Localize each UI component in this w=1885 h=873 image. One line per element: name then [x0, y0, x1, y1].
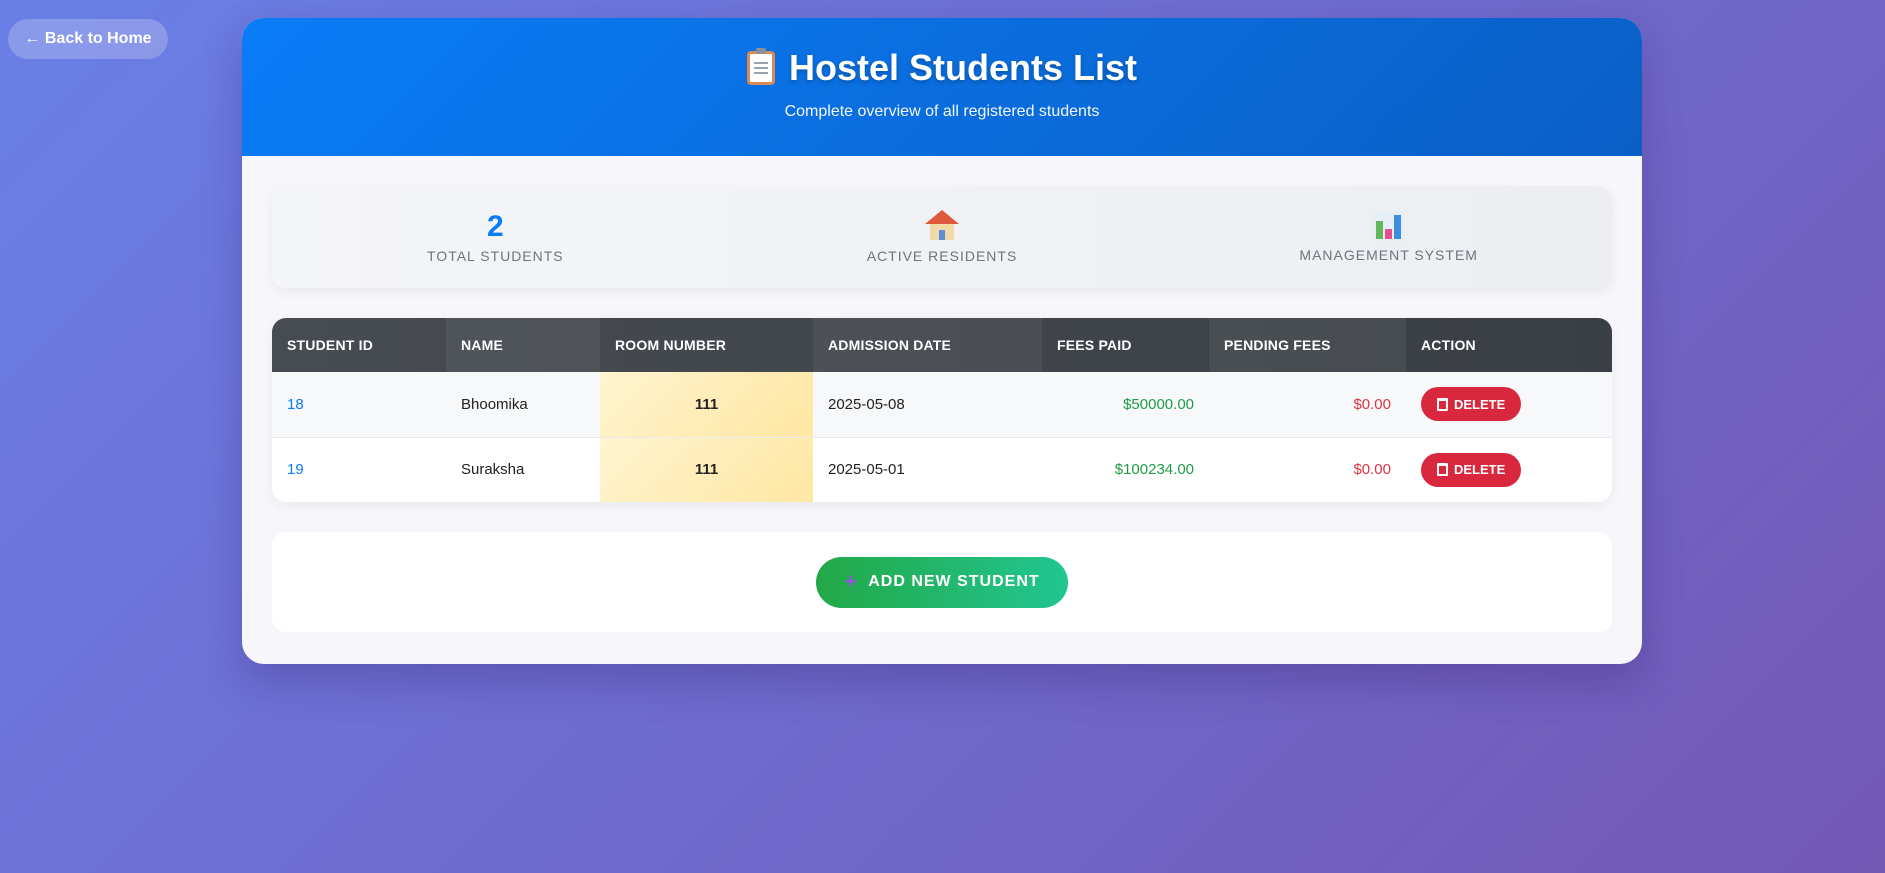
- room-number-cell: 111: [600, 437, 813, 502]
- action-cell: DELETE: [1406, 437, 1612, 502]
- bar-chart-icon: [1372, 211, 1405, 241]
- stat-management-system: MANAGEMENT SYSTEM: [1165, 186, 1612, 288]
- column-header-action: ACTION: [1421, 337, 1476, 353]
- students-card: Hostel Students List Complete overview o…: [242, 18, 1642, 664]
- trash-icon: [1437, 463, 1448, 476]
- fees-paid-cell: $100234.00: [1114, 461, 1194, 478]
- title-row: Hostel Students List: [746, 47, 1138, 89]
- page-subtitle: Complete overview of all registered stud…: [784, 103, 1100, 120]
- delete-label: DELETE: [1454, 396, 1506, 412]
- add-new-student-button[interactable]: + ADD NEW STUDENT: [816, 556, 1068, 608]
- students-table: STUDENT ID NAME ROOM NUMBER ADMISSION DA…: [272, 318, 1612, 502]
- student-id-cell: 19: [287, 461, 304, 478]
- stat-active-residents: ACTIVE RESIDENTS: [719, 186, 1166, 288]
- column-header-name: NAME: [446, 318, 600, 372]
- student-name-cell: Suraksha: [461, 461, 525, 478]
- stat-label: MANAGEMENT SYSTEM: [1299, 247, 1478, 263]
- page-title: Hostel Students List: [788, 47, 1138, 88]
- page-header: Hostel Students List Complete overview o…: [242, 18, 1642, 156]
- stat-label: TOTAL STUDENTS: [427, 248, 564, 264]
- clipboard-icon: [746, 48, 775, 85]
- delete-button[interactable]: DELETE: [1421, 387, 1522, 422]
- table-row: 18 Bhoomika 111 2025-05-08 $50000.00 $0.…: [272, 372, 1612, 437]
- action-cell: DELETE: [1406, 372, 1612, 437]
- column-header-student-id: STUDENT ID: [287, 337, 373, 353]
- pending-fees-cell: $0.00: [1353, 395, 1391, 413]
- student-name-cell: Bhoomika: [461, 395, 528, 413]
- students-table-container: STUDENT ID NAME ROOM NUMBER ADMISSION DA…: [272, 318, 1612, 502]
- delete-label: DELETE: [1454, 462, 1506, 477]
- stat-total-students: 2 TOTAL STUDENTS: [272, 186, 719, 288]
- stats-panel: 2 TOTAL STUDENTS ACTIVE RESIDENTS MANAGE…: [272, 186, 1612, 288]
- trash-icon: [1437, 397, 1448, 411]
- column-header-room-number: ROOM NUMBER: [615, 337, 727, 353]
- plus-icon: +: [844, 569, 859, 594]
- total-students-count: 2: [486, 210, 504, 243]
- column-header-admission-date: ADMISSION DATE: [813, 318, 1042, 372]
- add-new-student-label: ADD NEW STUDENT: [868, 573, 1040, 590]
- back-to-home-button[interactable]: ← Back to Home: [8, 19, 168, 59]
- delete-button[interactable]: DELETE: [1421, 452, 1522, 487]
- house-icon: [925, 210, 959, 242]
- fees-paid-cell: $50000.00: [1123, 395, 1194, 413]
- table-row: 19 Suraksha 111 2025-05-01 $100234.00 $0…: [272, 437, 1612, 502]
- column-header-pending-fees: PENDING FEES: [1209, 318, 1406, 372]
- admission-date-cell: 2025-05-08: [828, 395, 905, 413]
- stat-label: ACTIVE RESIDENTS: [866, 248, 1018, 264]
- table-header-row: STUDENT ID NAME ROOM NUMBER ADMISSION DA…: [272, 318, 1612, 372]
- student-id-cell: 18: [287, 395, 304, 413]
- add-student-panel: + ADD NEW STUDENT: [272, 532, 1612, 632]
- pending-fees-cell: $0.00: [1353, 461, 1391, 478]
- admission-date-cell: 2025-05-01: [828, 461, 905, 478]
- room-number-cell: 111: [600, 372, 813, 437]
- column-header-fees-paid: FEES PAID: [1057, 337, 1132, 353]
